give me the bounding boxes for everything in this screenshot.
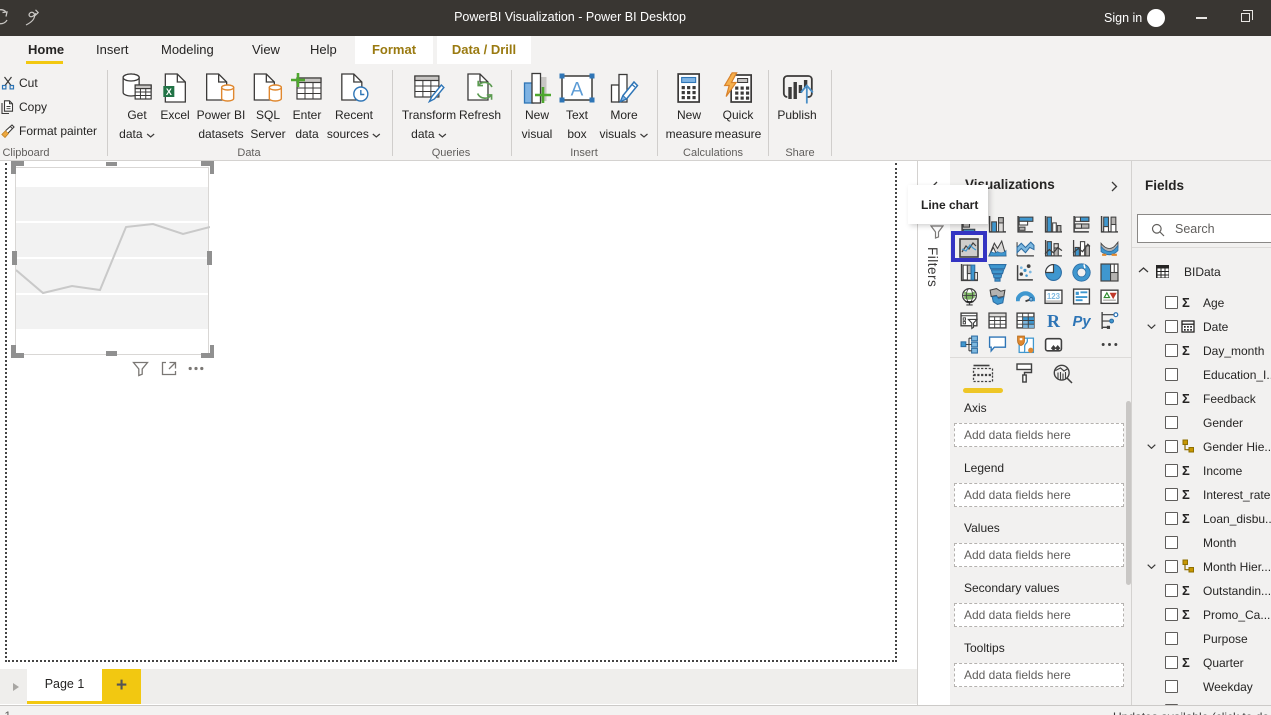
svg-text:R: R xyxy=(1047,311,1061,330)
svg-text:123: 123 xyxy=(1047,292,1061,301)
svg-text:Py: Py xyxy=(1072,314,1091,330)
svg-text:A: A xyxy=(571,80,584,101)
svg-text:X: X xyxy=(165,87,171,97)
